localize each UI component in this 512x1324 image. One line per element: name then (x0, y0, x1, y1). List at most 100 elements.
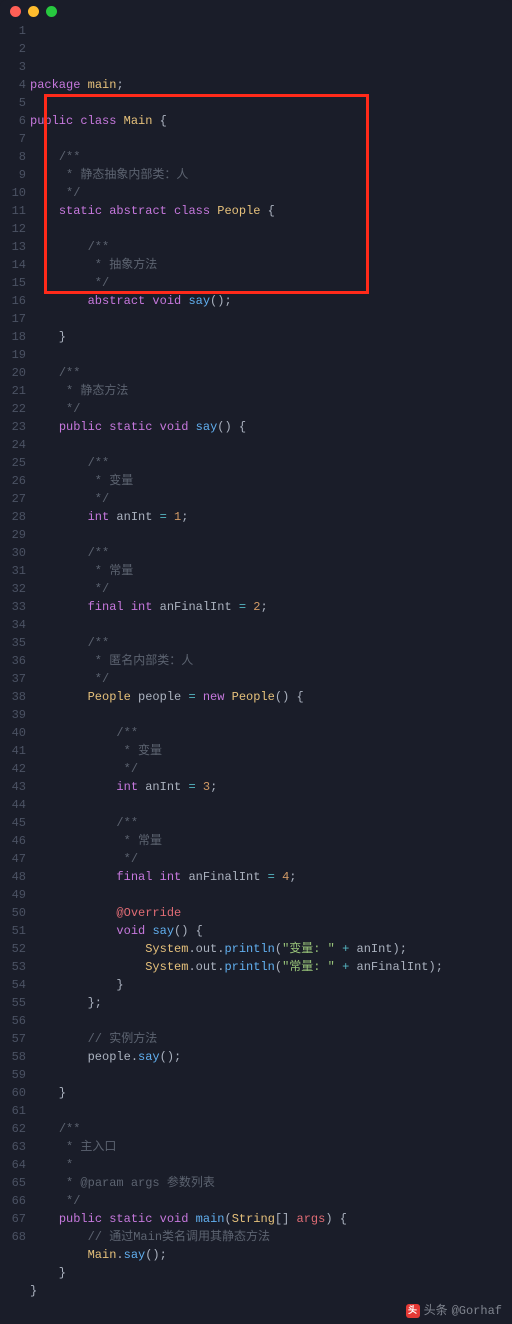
token-kw: new (203, 690, 225, 704)
code-line: * 静态方法 (30, 382, 512, 400)
line-number: 1 (0, 22, 26, 40)
line-number: 28 (0, 508, 26, 526)
line-number: 17 (0, 310, 26, 328)
token-pun: (); (160, 1050, 182, 1064)
token-pun: anFinalInt (152, 600, 238, 614)
token-pun (167, 510, 174, 524)
code-line: public class Main { (30, 112, 512, 130)
token-pun (30, 294, 88, 308)
token-pun (30, 726, 116, 740)
code-line: /** (30, 364, 512, 382)
code-line: int anInt = 1; (30, 508, 512, 526)
line-number: 9 (0, 166, 26, 184)
token-pun (30, 276, 88, 290)
token-cmt: * 变量 (116, 744, 162, 758)
token-cmt: /** (88, 240, 110, 254)
token-pun: { (260, 204, 274, 218)
code-line: People people = new People() { (30, 688, 512, 706)
token-fn: say (188, 294, 210, 308)
token-pun: anFinalInt (181, 870, 267, 884)
line-number: 61 (0, 1102, 26, 1120)
token-op: = (188, 690, 195, 704)
token-cmt: */ (59, 402, 81, 416)
line-number: 24 (0, 436, 26, 454)
token-pun: .out. (188, 942, 224, 956)
token-pun: ( (275, 960, 282, 974)
token-fn: println (224, 942, 274, 956)
line-number: 23 (0, 418, 26, 436)
token-pun: } (30, 1284, 37, 1298)
token-fn: say (152, 924, 174, 938)
code-line: /** (30, 1120, 512, 1138)
token-pun (116, 114, 123, 128)
line-number: 30 (0, 544, 26, 562)
code-line: */ (30, 850, 512, 868)
token-op: = (188, 780, 195, 794)
window-zoom-icon[interactable] (46, 6, 57, 17)
line-number: 66 (0, 1192, 26, 1210)
line-number: 55 (0, 994, 26, 1012)
token-pun (152, 1212, 159, 1226)
code-line (30, 1102, 512, 1120)
code-line: * 常量 (30, 832, 512, 850)
token-cmt: * 静态抽象内部类：人 (59, 168, 189, 182)
token-pun (152, 870, 159, 884)
token-cmt: /** (116, 726, 138, 740)
code-line: * 变量 (30, 742, 512, 760)
token-kw: static (109, 420, 152, 434)
line-number: 52 (0, 940, 26, 958)
token-str: "常量: " (282, 960, 335, 974)
line-number: 14 (0, 256, 26, 274)
token-pun (30, 762, 116, 776)
line-number: 33 (0, 598, 26, 616)
token-str: "变量: " (282, 942, 335, 956)
line-number: 16 (0, 292, 26, 310)
code-line: } (30, 1282, 512, 1300)
token-cls: System (145, 942, 188, 956)
token-pun: } (30, 1266, 66, 1280)
token-cmt: */ (116, 762, 138, 776)
token-cmt: */ (88, 582, 110, 596)
code-line: /** (30, 238, 512, 256)
token-cmt: // 通过Main类名调用其静态方法 (88, 1230, 270, 1244)
token-pun (30, 816, 116, 830)
line-number: 60 (0, 1084, 26, 1102)
code-line: // 实例方法 (30, 1030, 512, 1048)
token-pun (30, 1194, 59, 1208)
code-line: public static void say() { (30, 418, 512, 436)
token-pun: } (30, 1086, 66, 1100)
window-minimize-icon[interactable] (28, 6, 39, 17)
line-number: 34 (0, 616, 26, 634)
token-kw: package (30, 78, 80, 92)
code-line: */ (30, 400, 512, 418)
line-number: 10 (0, 184, 26, 202)
line-number: 48 (0, 868, 26, 886)
line-number: 57 (0, 1030, 26, 1048)
token-kw: public (59, 420, 102, 434)
token-cls: Main (88, 1248, 117, 1262)
line-number: 26 (0, 472, 26, 490)
line-number: 3 (0, 58, 26, 76)
code-line (30, 706, 512, 724)
token-pun: () { (275, 690, 304, 704)
token-pun (30, 1176, 59, 1190)
token-fn: say (138, 1050, 160, 1064)
token-op: = (268, 870, 275, 884)
token-cmt: /** (88, 546, 110, 560)
token-pun (275, 870, 282, 884)
token-pun: { (152, 114, 166, 128)
code-line: System.out.println("常量: " + anFinalInt); (30, 958, 512, 976)
line-number: 21 (0, 382, 26, 400)
line-number: 65 (0, 1174, 26, 1192)
token-pun (30, 150, 59, 164)
token-cmt: */ (88, 276, 110, 290)
window-close-icon[interactable] (10, 6, 21, 17)
line-number: 29 (0, 526, 26, 544)
code-line: * 静态抽象内部类：人 (30, 166, 512, 184)
token-pun (30, 492, 88, 506)
token-pun: () { (174, 924, 203, 938)
token-fn: say (196, 420, 218, 434)
token-cmt: * 匿名内部类：人 (88, 654, 194, 668)
token-kw: abstract (88, 294, 146, 308)
code-area[interactable]: package main;public class Main { /** * 静… (30, 22, 512, 1300)
